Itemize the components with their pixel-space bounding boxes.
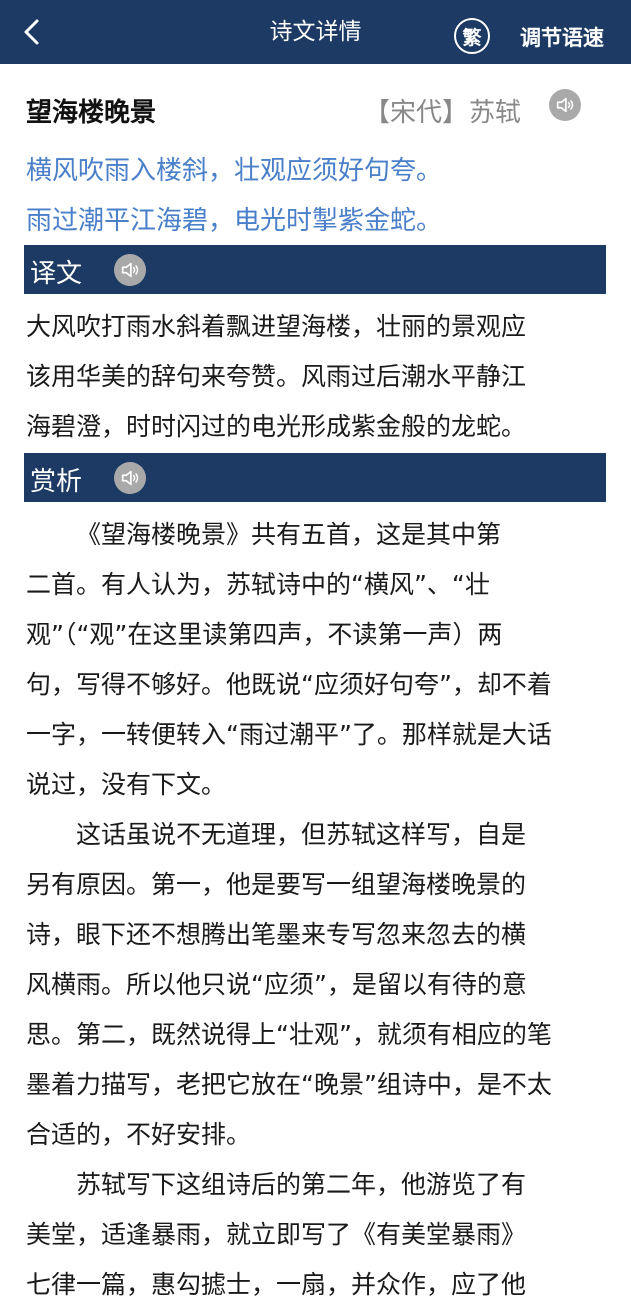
appreciation-line: 这话虽说不无道理，但苏轼这样写，自是 [76,820,527,849]
adjust-speech-speed-button[interactable]: 调节语速 [520,22,604,52]
translation-text: 大风吹打雨水斜着飘进望海楼，壮丽的景观应 该用华美的辞句来夸赞。风雨过后潮水平静… [26,302,608,452]
top-navigation-bar: 诗文详情 繁 调节语速 [0,0,631,64]
translation-line: 海碧澄，时时闪过的电光形成紫金般的龙蛇。 [26,412,527,441]
translation-section-header: 译文 [24,245,606,294]
traditional-chinese-toggle[interactable]: 繁 [454,18,490,54]
appreciation-line: 句，写得不够好。他既说“应须好句夸”，却不着 [26,670,552,699]
appreciation-line: 说过，没有下文。 [26,770,227,799]
appreciation-line: 观”（“观”在这里读第四声，不读第一声）两 [26,620,503,649]
poem-line: 雨过潮平江海碧，电光时掣紫金蛇。 [26,206,443,236]
speaker-icon [119,259,141,281]
play-translation-audio-button[interactable] [114,254,146,286]
appreciation-line: 墨着力描写，老把它放在“晚景”组诗中，是不太 [26,1070,552,1099]
speaker-icon [554,94,576,116]
appreciation-line: 思。第二，既然说得上“壮观”，就须有相应的笔 [26,1020,552,1049]
appreciation-section-header: 赏析 [24,453,606,502]
appreciation-line: 诗，眼下还不想腾出笔墨来专写忽来忽去的横 [26,920,527,949]
poem-title: 望海楼晚景 [26,98,157,128]
appreciation-line: 合适的，不好安排。 [26,1120,252,1149]
play-poem-audio-button[interactable] [549,89,581,121]
appreciation-line: 美堂，适逢暴雨，就立即写了《有美堂暴雨》 [26,1220,527,1249]
appreciation-text: 《望海楼晚景》共有五首，这是其中第 二首。有人认为，苏轼诗中的“横风”、“壮 观… [26,510,608,1310]
speaker-icon [119,467,141,489]
appreciation-label: 赏析 [30,467,83,497]
poem-author[interactable]: 苏轼 [469,92,521,129]
appreciation-line: 一字，一转便转入“雨过潮平”了。那样就是大话 [26,720,552,749]
chevron-left-icon [24,19,39,45]
poem-line: 横风吹雨入楼斜，壮观应须好句夸。 [26,156,443,186]
appreciation-line: 《望海楼晚景》共有五首，这是其中第 [76,520,502,549]
poem-dynasty: 【宋代】 [364,98,469,128]
translation-label: 译文 [30,259,83,289]
translation-line: 该用华美的辞句来夸赞。风雨过后潮水平静江 [26,362,527,391]
appreciation-line: 七律一篇，惠勾摅士，一扇，并众作，应了他 [26,1270,527,1299]
appreciation-line: 另有原因。第一，他是要写一组望海楼晚景的 [26,870,527,899]
appreciation-line: 苏轼写下这组诗后的第二年，他游览了有 [76,1170,527,1199]
play-appreciation-audio-button[interactable] [114,462,146,494]
back-button[interactable] [14,14,50,50]
poem-header: 望海楼晚景 【宋代】 苏轼 [26,88,606,132]
appreciation-line: 风横雨。所以他只说“应须”，是留以有待的意 [26,970,527,999]
appreciation-line: 二首。有人认为，苏轼诗中的“横风”、“壮 [26,570,490,599]
translation-line: 大风吹打雨水斜着飘进望海楼，壮丽的景观应 [26,312,527,341]
